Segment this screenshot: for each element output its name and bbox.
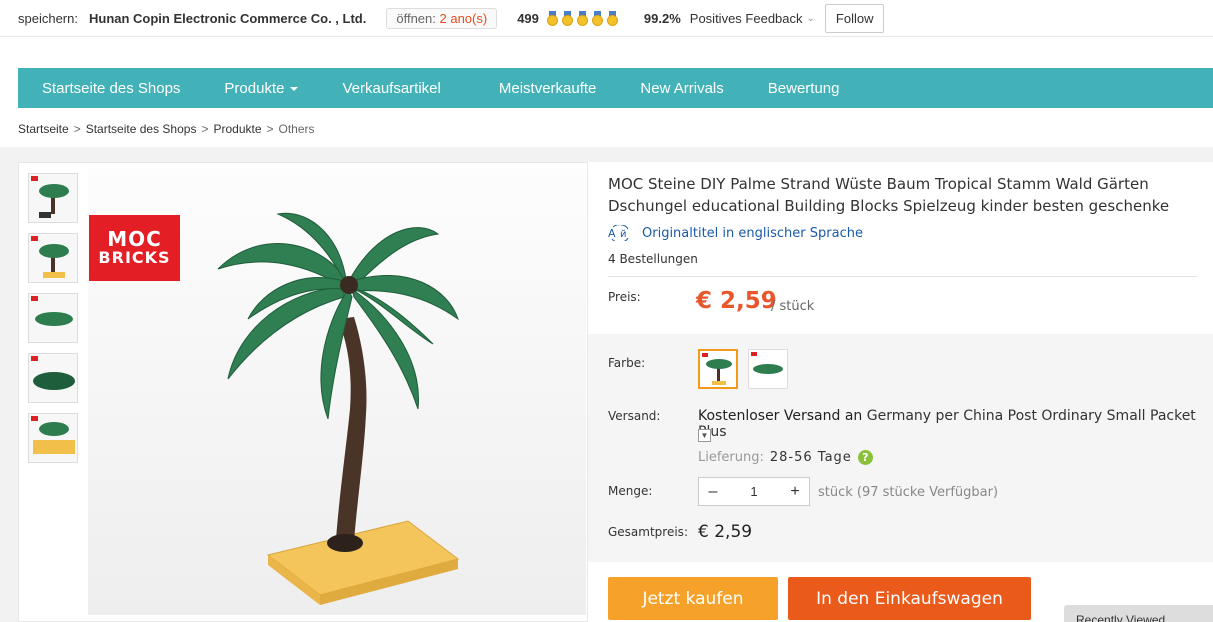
- breadcrumb-separator: >: [73, 122, 81, 136]
- nav-item-label: Bewertung: [767, 79, 840, 97]
- follow-button[interactable]: Follow: [824, 3, 885, 33]
- total-price: € 2,59: [698, 522, 753, 542]
- breadcrumb-link[interactable]: Produkte: [213, 122, 261, 136]
- nav-item-products[interactable]: Produkte: [200, 80, 318, 97]
- nav-item-label: Verkaufsartikel: [342, 79, 441, 97]
- chevron-down-icon[interactable]: ▼: [698, 429, 711, 442]
- recently-viewed-tab[interactable]: Recently Viewed: [1064, 605, 1213, 622]
- nav-item-sale-items[interactable]: Verkaufsartikel: [318, 80, 474, 97]
- original-title-link[interactable]: Aй Originaltitel in englischer Sprache: [608, 224, 863, 243]
- order-count: 4 Bestellungen: [608, 252, 698, 266]
- chevron-down-icon[interactable]: ⌄: [807, 13, 815, 24]
- help-icon[interactable]: ?: [857, 450, 873, 465]
- nav-item-label: Meistverkaufte: [498, 79, 597, 97]
- store-header: speichern: Hunan Copin Electronic Commer…: [0, 0, 1213, 37]
- delivery-label: Lieferung:: [698, 450, 764, 465]
- svg-text:A: A: [608, 227, 616, 240]
- medal-icon: [576, 10, 589, 26]
- product-price: € 2,59: [696, 288, 777, 314]
- delivery-days: 28-56 Tage: [769, 450, 852, 465]
- thumbnail[interactable]: [28, 233, 78, 283]
- store-open-duration: öffnen: 2 ano(s): [386, 7, 498, 29]
- open-years: 2 ano(s): [439, 10, 488, 26]
- color-option[interactable]: [748, 349, 788, 389]
- purchase-options: Farbe: Versand: Kostenloser Versand an G…: [588, 334, 1213, 562]
- thumbnail[interactable]: [28, 413, 78, 463]
- thumbnail[interactable]: [28, 173, 78, 223]
- breadcrumb: Startseite > Startseite des Shops > Prod…: [18, 122, 315, 136]
- price-label: Preis:: [608, 290, 641, 304]
- thumbnail[interactable]: [28, 293, 78, 343]
- quantity-available: stück (97 stücke Verfügbar): [818, 485, 999, 500]
- divider: [608, 276, 1197, 277]
- open-label: öffnen:: [396, 10, 440, 26]
- quantity-input[interactable]: 1: [727, 484, 781, 499]
- logo-line-1: MOC: [107, 227, 162, 252]
- nav-item-new-arrivals[interactable]: New Arrivals: [616, 80, 743, 97]
- quantity-stepper: – 1 +: [698, 477, 810, 506]
- main-product-image[interactable]: MOC BRICKS: [88, 169, 586, 615]
- thumbnail-list: [28, 173, 78, 463]
- shipping-free-label: Kostenloser Versand an: [698, 408, 863, 424]
- delivery-estimate: Lieferung: 28-56 Tage ?: [698, 450, 873, 465]
- svg-text:й: й: [620, 229, 627, 240]
- color-label: Farbe:: [608, 356, 646, 370]
- medal-icon: [606, 10, 619, 26]
- increment-button[interactable]: +: [781, 478, 809, 505]
- nav-item-label: Produkte: [224, 79, 285, 97]
- breadcrumb-link[interactable]: Startseite des Shops: [86, 122, 197, 136]
- logo-line-2: BRICKS: [98, 248, 171, 268]
- product-title: MOC Steine DIY Palme Strand Wüste Baum T…: [608, 175, 1170, 215]
- save-label[interactable]: speichern:: [18, 11, 78, 26]
- breadcrumb-current: Others: [278, 122, 315, 136]
- caret-down-icon: [290, 86, 299, 91]
- product-info: MOC Steine DIY Palme Strand Wüste Baum T…: [588, 162, 1213, 334]
- original-title-label: Originaltitel in englischer Sprache: [642, 225, 863, 241]
- shipping-method: Kostenloser Versand an Germany per China…: [698, 408, 1213, 440]
- add-to-cart-button[interactable]: In den Einkaufswagen: [788, 577, 1031, 620]
- nav-item-label: Startseite des Shops: [42, 79, 181, 97]
- medal-icon: [546, 10, 559, 26]
- shipping-label: Versand:: [608, 409, 661, 423]
- nav-item-reviews[interactable]: Bewertung: [744, 80, 860, 97]
- color-option-selected[interactable]: [698, 349, 738, 389]
- feedback-percentage: 99.2%: [643, 10, 681, 26]
- store-nav: Startseite des Shops Produkte Verkaufsar…: [18, 68, 1213, 108]
- decrement-button[interactable]: –: [699, 478, 727, 505]
- breadcrumb-link[interactable]: Startseite: [18, 122, 69, 136]
- buy-now-button[interactable]: Jetzt kaufen: [608, 577, 778, 620]
- medal-icon: [591, 10, 604, 26]
- product-gallery: MOC BRICKS: [18, 162, 588, 622]
- total-price-label: Gesamtpreis:: [608, 525, 688, 539]
- nav-item-store-home[interactable]: Startseite des Shops: [18, 80, 200, 97]
- nav-item-label: New Arrivals: [640, 79, 724, 97]
- thumbnail[interactable]: [28, 353, 78, 403]
- quantity-label: Menge:: [608, 484, 653, 498]
- price-unit: / stück: [771, 299, 815, 314]
- translate-icon: Aй: [608, 224, 632, 243]
- medal-badges: [546, 10, 619, 26]
- moc-bricks-logo: MOC BRICKS: [89, 215, 180, 281]
- breadcrumb-separator: >: [201, 122, 209, 136]
- store-score: 499: [517, 10, 539, 26]
- medal-icon: [561, 10, 574, 26]
- store-name[interactable]: Hunan Copin Electronic Commerce Co. , Lt…: [89, 11, 366, 26]
- feedback-label[interactable]: Positives Feedback: [690, 11, 803, 26]
- nav-item-bestsellers[interactable]: Meistverkaufte: [475, 80, 617, 97]
- breadcrumb-separator: >: [266, 122, 274, 136]
